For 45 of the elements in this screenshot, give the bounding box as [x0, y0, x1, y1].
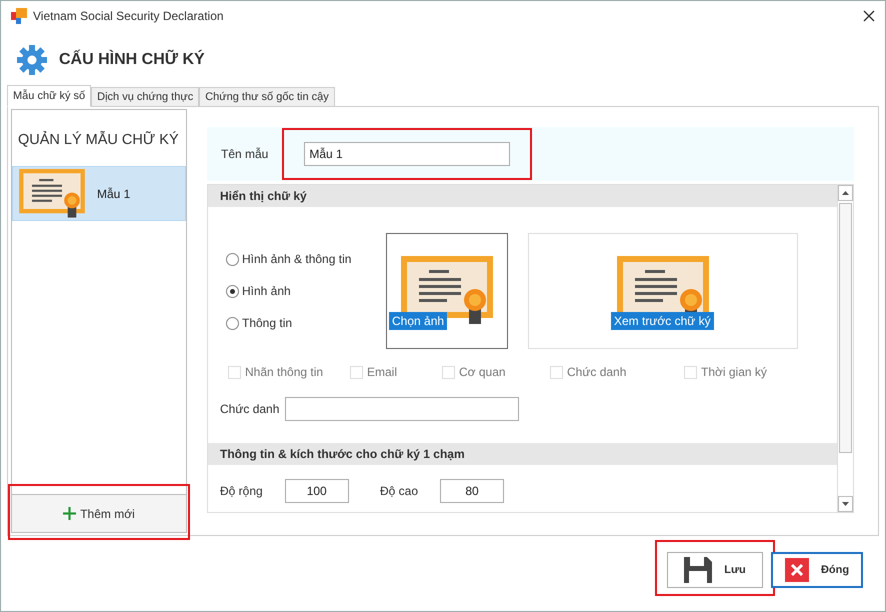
choose-image-label[interactable]: Chọn ảnh	[389, 312, 448, 330]
close-button[interactable]: Đóng	[771, 552, 863, 588]
certificate-icon	[19, 168, 85, 218]
field-label: Chức danh	[220, 402, 280, 416]
tab[interactable]: Dịch vụ chứng thực	[91, 87, 200, 107]
field-label: Độ cao	[380, 484, 418, 498]
panel-heading: QUẢN LÝ MẪU CHỮ KÝ	[17, 130, 180, 150]
title-input-field[interactable]	[285, 397, 520, 421]
checkbox-label: Chức danh	[567, 365, 626, 379]
app-logo-icon	[11, 8, 27, 24]
add-button[interactable]: Thêm mới	[12, 494, 186, 532]
radio-label: Hình ảnh	[242, 284, 291, 298]
radio-label: Hình ảnh & thông tin	[242, 252, 352, 266]
template-name: Mẫu 1	[97, 186, 130, 200]
close-icon	[784, 558, 809, 582]
field-label: Tên mẫu	[221, 147, 268, 161]
dialog-heading: CẤU HÌNH CHỮ KÝ	[59, 51, 205, 69]
radio-button[interactable]	[226, 284, 239, 298]
name-input-field[interactable]: Mẫu 1	[304, 142, 510, 166]
section-header: Thông tin & kích thước cho chữ ký 1 chạm	[208, 443, 837, 465]
tab[interactable]: Mẫu chữ ký số	[7, 85, 92, 107]
image-picker[interactable]: Chọn ảnh	[386, 233, 508, 349]
settings-icon	[17, 45, 47, 75]
radio-label: Thông tin	[242, 316, 292, 330]
radio-button[interactable]	[226, 316, 239, 330]
save-icon	[684, 557, 712, 583]
radio-button[interactable]	[226, 252, 239, 266]
field-label: Độ rộng	[220, 484, 263, 498]
template-list-item[interactable]: Mẫu 1	[12, 166, 186, 221]
window-title: Vietnam Social Security Declaration	[33, 9, 225, 23]
close-icon[interactable]	[863, 10, 875, 22]
tab[interactable]: Chứng thư số gốc tin cậy	[199, 87, 335, 107]
preview-label: Xem trước chữ ký	[611, 312, 714, 330]
checkbox-label: Thời gian ký	[701, 365, 767, 379]
scroll-down-icon[interactable]	[842, 502, 849, 506]
size-input-field[interactable]: 100	[284, 479, 349, 503]
plus-icon	[63, 507, 76, 520]
checkbox-label: Cơ quan	[459, 365, 506, 379]
scrollbar[interactable]	[837, 185, 853, 512]
save-button[interactable]: Lưu	[667, 552, 763, 588]
size-input-field[interactable]: 80	[440, 479, 504, 503]
checkbox-label: Email	[367, 365, 398, 379]
section-header: Hiển thị chữ ký	[208, 185, 837, 207]
scroll-up-icon[interactable]	[842, 191, 849, 195]
checkbox-label: Nhãn thông tin	[245, 365, 324, 379]
